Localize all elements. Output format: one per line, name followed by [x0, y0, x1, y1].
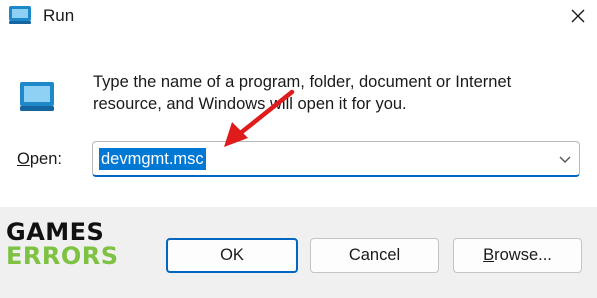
logo-line-2: ERRORS [6, 242, 119, 270]
games-errors-logo: GAMES ERRORS [6, 220, 119, 268]
description-line-2: resource, and Windows will open it for y… [93, 95, 407, 113]
window-title: Run [43, 6, 75, 25]
open-label: Open: [17, 150, 62, 169]
browse-label-rest: rowse... [494, 246, 552, 264]
description-line-1: Type the name of a program, folder, docu… [93, 73, 512, 91]
run-dialog: Run Type the name of a program, folder, … [0, 0, 597, 298]
run-icon [9, 6, 31, 24]
description-text: Type the name of a program, folder, docu… [93, 71, 573, 115]
close-icon [571, 9, 585, 23]
chevron-down-icon[interactable] [557, 151, 573, 167]
run-program-icon [20, 82, 54, 111]
logo-line-1: GAMES [6, 218, 105, 246]
open-input-value[interactable]: devmgmt.msc [99, 148, 206, 170]
open-combobox[interactable]: devmgmt.msc [92, 141, 580, 177]
open-label-rest: pen: [29, 150, 62, 168]
open-label-accesskey: O [17, 150, 30, 168]
browse-button[interactable]: Browse... [453, 238, 582, 273]
title-bar: Run [0, 0, 597, 34]
ok-button[interactable]: OK [166, 238, 298, 273]
cancel-button[interactable]: Cancel [310, 238, 439, 273]
browse-accesskey: B [483, 246, 495, 264]
close-button[interactable] [560, 0, 596, 32]
